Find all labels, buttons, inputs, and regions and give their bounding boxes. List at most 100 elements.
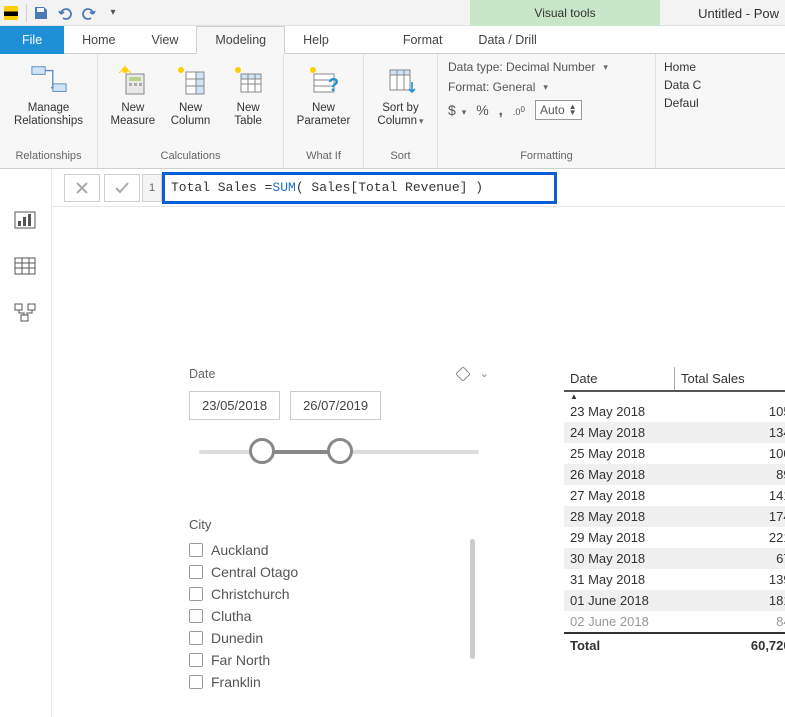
city-slicer[interactable]: City AucklandCentral OtagoChristchurchCl…	[189, 517, 469, 690]
qat-customize-button[interactable]: ▾	[101, 2, 125, 24]
new-column-button[interactable]: New Column	[164, 60, 218, 128]
formula-input[interactable]: Total Sales = SUM ( Sales[Total Revenue]…	[162, 172, 557, 204]
date-slicer-title: Date	[189, 367, 215, 381]
city-option[interactable]: Central Otago	[189, 564, 469, 580]
tab-data-drill[interactable]: Data / Drill	[460, 26, 554, 54]
new-table-button[interactable]: New Table	[221, 60, 275, 128]
checkbox-icon[interactable]	[189, 653, 203, 667]
format-dropdown[interactable]: Format: General▾	[448, 80, 645, 94]
contextual-tab-header: Visual tools	[470, 0, 660, 26]
redo-button[interactable]	[77, 2, 101, 24]
footer-value: 60,720,572.40	[674, 634, 785, 657]
default-summarization-dropdown[interactable]: Defaul	[664, 96, 777, 110]
report-view-button[interactable]	[14, 211, 38, 231]
checkbox-icon[interactable]	[189, 609, 203, 623]
table-row[interactable]: 25 May 2018100,151.60	[564, 443, 785, 464]
checkbox-icon[interactable]	[189, 675, 203, 689]
formula-text-2: ( Sales[Total Revenue] )	[296, 180, 483, 195]
col-header-date[interactable]: Date	[564, 367, 674, 390]
checkbox-icon[interactable]	[189, 587, 203, 601]
table-row[interactable]: 23 May 2018105,015.80	[564, 401, 785, 422]
cell-value: 105,015.80	[674, 401, 785, 422]
city-option[interactable]: Clutha	[189, 608, 469, 624]
table-row[interactable]: 26 May 201889,713.00	[564, 464, 785, 485]
table-header: Date Total Sales	[564, 367, 785, 392]
tab-home[interactable]: Home	[64, 26, 133, 54]
new-measure-button[interactable]: New Measure	[106, 60, 160, 128]
currency-button[interactable]: $ ▾	[448, 102, 466, 118]
cell-value: 221,723.10	[674, 527, 785, 548]
slicer-dropdown-icon[interactable]: ⌄	[480, 367, 489, 381]
sort-by-column-button[interactable]: Sort by Column▾	[372, 60, 429, 128]
date-to-input[interactable]: 26/07/2019	[290, 391, 381, 420]
cell-value: 181,985.40	[674, 590, 785, 611]
cell-date: 01 June 2018	[564, 590, 674, 611]
checkbox-icon[interactable]	[189, 565, 203, 579]
cell-date: 31 May 2018	[564, 569, 674, 590]
date-range-slider[interactable]	[199, 438, 479, 468]
slider-handle-left[interactable]	[249, 438, 275, 464]
manage-relationships-button[interactable]: Manage Relationships	[8, 60, 89, 128]
city-scrollbar[interactable]	[470, 539, 475, 659]
group-label: What If	[284, 150, 363, 168]
table-row[interactable]: 01 June 2018181,985.40	[564, 590, 785, 611]
save-button[interactable]	[29, 2, 53, 24]
city-label: Franklin	[211, 674, 261, 690]
format-label: Format: General	[448, 80, 535, 94]
model-view-button[interactable]	[14, 303, 38, 323]
cell-date: 28 May 2018	[564, 506, 674, 527]
checkbox-icon[interactable]	[189, 631, 203, 645]
formula-line-number: 1	[142, 174, 162, 202]
ribbon-tabs: File Home View Modeling Help Format Data…	[0, 26, 785, 54]
report-canvas[interactable]: Date ⌄ 23/05/2018 26/07/2019	[104, 207, 785, 717]
group-label	[656, 116, 785, 134]
group-formatting: Data type: Decimal Number▾ Format: Gener…	[438, 54, 656, 168]
commit-formula-button[interactable]	[104, 174, 140, 202]
clear-filter-icon[interactable]	[456, 367, 470, 381]
checkbox-icon[interactable]	[189, 543, 203, 557]
group-relationships: Manage Relationships Relationships	[0, 54, 98, 168]
city-label: Central Otago	[211, 564, 298, 580]
tab-modeling[interactable]: Modeling	[196, 26, 285, 54]
date-slicer[interactable]: Date ⌄ 23/05/2018 26/07/2019	[189, 367, 489, 468]
cancel-formula-button[interactable]	[64, 174, 100, 202]
city-option[interactable]: Auckland	[189, 542, 469, 558]
tab-file[interactable]: File	[0, 26, 64, 54]
undo-button[interactable]	[53, 2, 77, 24]
table-row[interactable]: 27 May 2018141,865.80	[564, 485, 785, 506]
data-type-dropdown[interactable]: Data type: Decimal Number▾	[448, 60, 645, 74]
formula-bar: 1 Total Sales = SUM ( Sales[Total Revenu…	[52, 169, 785, 207]
slider-handle-right[interactable]	[327, 438, 353, 464]
new-column-label: New Column	[171, 102, 211, 128]
new-parameter-button[interactable]: ? New Parameter	[292, 60, 355, 128]
new-parameter-icon: ?	[305, 62, 343, 100]
city-option[interactable]: Franklin	[189, 674, 469, 690]
table-row[interactable]: 30 May 201867,931.30	[564, 548, 785, 569]
tab-help[interactable]: Help	[285, 26, 347, 54]
table-row[interactable]: 29 May 2018221,723.10	[564, 527, 785, 548]
spinner-value: Auto	[540, 103, 565, 117]
tab-format[interactable]: Format	[385, 26, 461, 54]
col-header-total[interactable]: Total Sales	[674, 367, 785, 390]
table-footer: Total 60,720,572.40	[564, 632, 785, 657]
percent-button[interactable]: %	[476, 102, 488, 118]
city-option[interactable]: Dunedin	[189, 630, 469, 646]
tab-view[interactable]: View	[134, 26, 197, 54]
sales-table[interactable]: Date Total Sales 23 May 2018105,015.8024…	[564, 367, 785, 657]
data-category-dropdown[interactable]: Data C	[664, 78, 777, 92]
table-row[interactable]: 28 May 2018174,535.00	[564, 506, 785, 527]
city-option[interactable]: Far North	[189, 652, 469, 668]
data-view-button[interactable]	[14, 257, 38, 277]
home-table-dropdown[interactable]: Home	[664, 60, 777, 74]
date-from-input[interactable]: 23/05/2018	[189, 391, 280, 420]
table-row[interactable]: 31 May 2018139,440.40	[564, 569, 785, 590]
table-row[interactable]: 02 June 201884 131 90	[564, 611, 785, 632]
thousands-button[interactable]: ,	[499, 102, 503, 119]
group-calculations: New Measure New Column New Table Calcula…	[98, 54, 284, 168]
table-row[interactable]: 24 May 2018134,482.40	[564, 422, 785, 443]
decimal-places-spinner[interactable]: Auto▲▼	[535, 100, 582, 120]
city-label: Clutha	[211, 608, 251, 624]
app-logo-icon	[4, 6, 18, 20]
decimal-button[interactable]: .00	[513, 103, 525, 117]
city-option[interactable]: Christchurch	[189, 586, 469, 602]
